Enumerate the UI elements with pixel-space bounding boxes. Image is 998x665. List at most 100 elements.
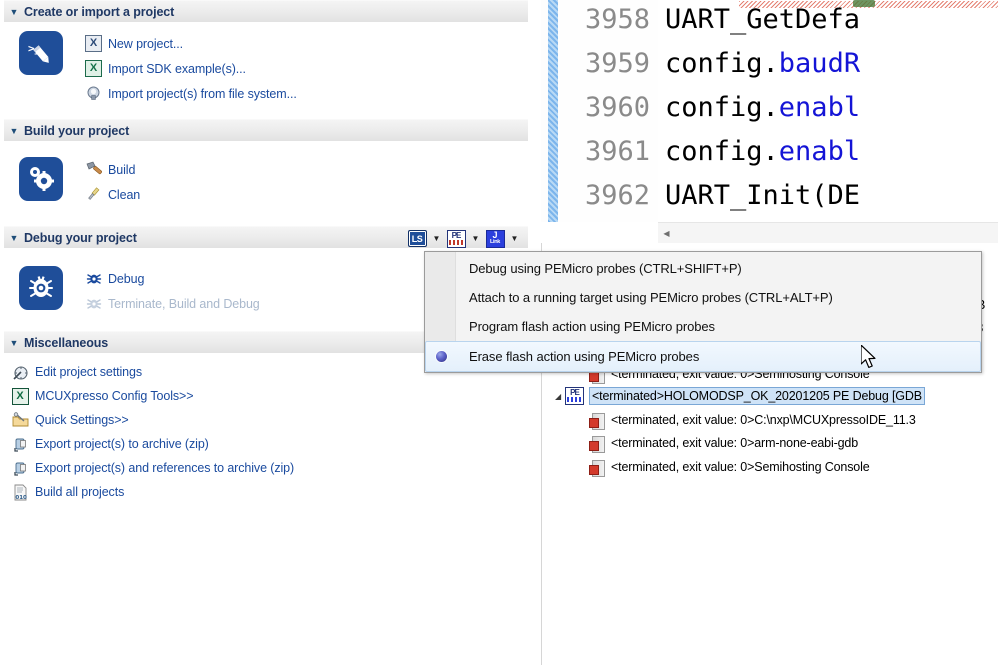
miscellaneous-item-list: Edit project settings X MCUXpresso Confi… [11,360,294,504]
chevron-down-icon[interactable]: ▼ [4,233,24,243]
bug-icon [85,270,102,287]
selected-bullet-icon [426,351,456,362]
line-number: 3961 [585,138,650,165]
x-box-green-icon: X [85,60,102,77]
tree-row[interactable]: <terminated, exit value: 0>C:\nxp\MCUXpr… [589,409,918,431]
quick-link-label: Import project(s) from file system... [108,87,297,101]
quick-link-new-project[interactable]: X New project... [85,31,297,56]
chevron-down-icon[interactable]: ▼ [4,338,24,348]
build-project-icon [19,157,63,201]
quick-link-edit-project-settings[interactable]: Edit project settings [11,360,294,384]
chevron-down-icon[interactable]: ▼ [4,126,24,136]
create-import-item-list: X New project... X Import SDK example(s)… [85,31,297,106]
menu-item-debug-using-pemicro-probes[interactable]: Debug using PEMicro probes (CTRL+SHIFT+P… [426,254,980,283]
quick-link-label: Import SDK example(s)... [108,62,246,76]
code-keyword: enabl [779,136,860,167]
tree-row[interactable]: <terminated, exit value: 0>arm-none-eabi… [589,432,860,454]
tree-row[interactable]: ◢ PE <terminated>HOLOMODSP_OK_20201205 P… [551,385,924,407]
menu-item-label: Program flash action using PEMicro probe… [456,319,715,334]
line-number: 3959 [585,50,650,77]
chevron-down-icon[interactable]: ▼ [4,7,24,17]
bulb-icon [85,85,102,102]
jlink-dropdown-arrow[interactable]: ▼ [507,229,522,248]
pe-debug-icon: PE [565,387,584,405]
quick-link-label: Debug [108,272,144,286]
x-box-green-icon: X [11,387,29,405]
export-icon [11,459,29,477]
terminated-process-icon [589,460,603,475]
pemicro-dropdown-arrow[interactable]: ▼ [468,229,483,248]
hammer-icon [85,161,102,178]
menu-item-attach-to-running-target[interactable]: Attach to a running target using PEMicro… [426,283,980,312]
svg-text:010: 010 [15,495,27,501]
quick-link-quick-settings[interactable]: Quick Settings>> [11,408,294,432]
code-line[interactable]: UART_Init(DE [665,182,860,209]
quick-link-build-all-projects[interactable]: 010 Build all projects [11,480,294,504]
folder-wrench-icon [11,411,29,429]
tree-row-label: <terminated, exit value: 0>C:\nxp\MCUXpr… [609,412,918,428]
code-line[interactable]: config.enabl [665,94,860,121]
section-header-create-import[interactable]: ▼ Create or import a project [4,0,528,22]
create-project-icon: >_ [19,31,63,75]
code-editor[interactable]: 3958 3959 3960 3961 3962 UART_GetDefa co… [541,0,998,222]
jlink-debug-button[interactable]: J Link [483,228,507,249]
section-title-build: Build your project [24,124,129,138]
tree-row-label: <terminated, exit value: 0>Semihosting C… [609,459,872,475]
section-header-build[interactable]: ▼ Build your project [4,119,528,141]
pemicro-probe-dropdown-menu[interactable]: Debug using PEMicro probes (CTRL+SHIFT+P… [424,251,982,373]
code-text: config. [665,136,779,167]
menu-item-label: Erase flash action using PEMicro probes [456,349,699,364]
settings-wrench-icon [11,363,29,381]
application-window: ▼ Create or import a project >_ X New pr… [0,0,998,665]
quick-link-build[interactable]: Build [85,157,140,182]
x-box-icon: X [85,35,102,52]
code-text: config. [665,48,779,79]
code-text: UART_Init(DE [665,180,860,211]
pemicro-icon: PE [447,230,466,248]
change-marker-bar [548,0,558,222]
code-line[interactable]: config.enabl [665,138,860,165]
bug-gray-icon [85,295,102,312]
quick-link-label: Quick Settings>> [35,413,129,427]
pemicro-debug-button[interactable]: PE [444,228,468,249]
menu-item-program-flash-action[interactable]: Program flash action using PEMicro probe… [426,312,980,341]
linkserver-dropdown-arrow[interactable]: ▼ [429,229,444,248]
quick-link-export-projects-and-references-to-archive[interactable]: Export project(s) and references to arch… [11,456,294,480]
quick-link-label: Export project(s) to archive (zip) [35,437,209,451]
line-number: 3962 [585,182,650,209]
tree-expand-arrow-icon[interactable]: ◢ [551,392,565,401]
quick-link-label: Edit project settings [35,365,142,379]
scrollbar-track[interactable] [675,223,998,243]
scroll-left-arrow-icon[interactable]: ◀ [658,229,675,238]
code-line[interactable]: UART_GetDefa [665,6,860,33]
build-item-list: Build Clean [85,157,140,207]
screwdriver-icon [85,186,102,203]
tree-row-label: <terminated>HOLOMODSP_OK_20201205 PE Deb… [590,388,924,404]
mouse-cursor [861,345,881,378]
debug-toolbar: LS ▼ PE ▼ J Link ▼ [405,228,522,249]
tree-row-label: <terminated, exit value: 0>arm-none-eabi… [609,435,860,451]
export-icon [11,435,29,453]
code-keyword: enabl [779,92,860,123]
quick-link-mcuxpresso-config-tools[interactable]: X MCUXpresso Config Tools>> [11,384,294,408]
menu-item-erase-flash-action[interactable]: Erase flash action using PEMicro probes [425,341,981,372]
code-keyword: baudR [779,48,860,79]
section-header-debug[interactable]: ▼ Debug your project LS ▼ PE ▼ J [4,226,528,248]
quick-link-debug[interactable]: Debug [85,266,260,291]
menu-item-label: Debug using PEMicro probes (CTRL+SHIFT+P… [456,261,742,276]
line-number-gutter: 3958 3959 3960 3961 3962 [558,0,658,222]
code-text: config. [665,92,779,123]
quick-link-import-project-from-file-system[interactable]: Import project(s) from file system... [85,81,297,106]
code-line[interactable]: config.baudR [665,50,860,77]
tree-row[interactable]: <terminated, exit value: 0>Semihosting C… [589,456,872,478]
line-number: 3960 [585,94,650,121]
quick-link-export-projects-to-archive[interactable]: Export project(s) to archive (zip) [11,432,294,456]
quick-link-label: Clean [108,188,140,202]
quick-link-clean[interactable]: Clean [85,182,140,207]
linkserver-debug-button[interactable]: LS [405,228,429,249]
debug-item-list: Debug Terminate, Build and Debug [85,266,260,316]
debug-project-icon [19,266,63,310]
quick-link-label: Build [108,163,135,177]
editor-horizontal-scrollbar[interactable]: ◀ [658,222,998,243]
quick-link-import-sdk-example[interactable]: X Import SDK example(s)... [85,56,297,81]
